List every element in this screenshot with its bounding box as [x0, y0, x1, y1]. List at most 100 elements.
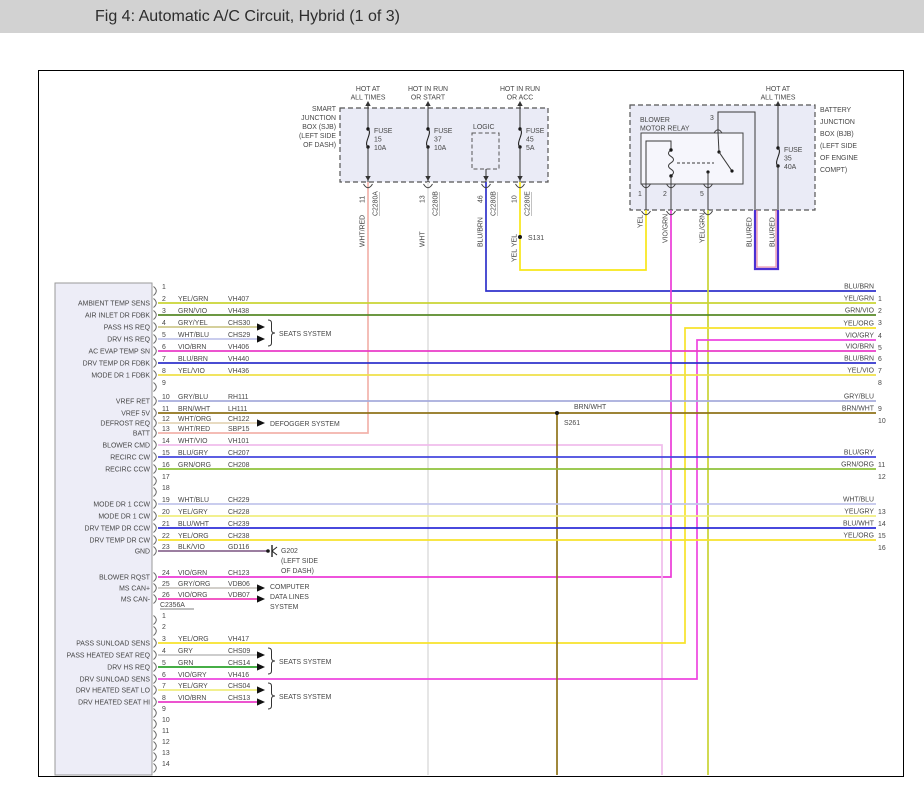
module-pin-number: 3 [162, 308, 166, 315]
circuit-number: RH111 [228, 394, 249, 401]
sjb-connector-label: C2280E [525, 191, 532, 216]
wire-color-label: WHT/RED [178, 426, 210, 433]
wire-color-label: VIO/GRN [178, 570, 207, 577]
system-label: DEFOGGER SYSTEM [270, 421, 340, 428]
edge-wire-number: 16 [878, 545, 886, 552]
wire-color-label: GRN [178, 660, 193, 667]
ground-label: (LEFT SIDE [281, 558, 318, 565]
wire-color-label: BLU/RED [770, 217, 777, 247]
circuit-number: LH111 [228, 406, 247, 413]
circuit-number: VDB07 [228, 592, 250, 599]
wire-color-label: BLU/GRY [178, 450, 209, 457]
wire [519, 182, 647, 271]
wire-color-label: YEL/ORG [178, 636, 209, 643]
pin-arc [153, 346, 157, 356]
fuse-label: FUSE [784, 147, 803, 154]
module-pin-number: 13 [162, 426, 170, 433]
logic-label: LOGIC [473, 124, 494, 131]
brace [267, 682, 276, 710]
edge-wire-number: 13 [878, 509, 886, 516]
module-pin-name: GND [135, 549, 150, 556]
module-pin-name: DRV HEATED SEAT HI [78, 700, 150, 707]
arrow-right-icon [257, 419, 265, 427]
system-label: SEATS SYSTEM [279, 694, 332, 701]
wire-color-label: VIO/BRN [178, 695, 206, 702]
arrow-right-icon [257, 595, 265, 603]
pin-arc [153, 546, 157, 556]
module-pin-number: 15 [162, 450, 170, 457]
module-pin-number: 24 [162, 570, 170, 577]
module-pin-name: BLOWER CMD [103, 443, 150, 450]
sjb-label: SMART [312, 106, 337, 113]
module-pin-number: 22 [162, 533, 170, 540]
edge-wire-number: 9 [878, 406, 882, 413]
wire-color-label: BRN/WHT [574, 404, 607, 411]
module-pin-name: DRV TEMP DR CCW [85, 526, 151, 533]
arrow-right-icon [257, 335, 265, 343]
circuit-number: VH436 [228, 368, 249, 375]
pin-arc [153, 382, 157, 392]
module-pin-name: BLOWER RQST [99, 575, 151, 582]
arrow-right-icon [257, 651, 265, 659]
wire-color-label: YEL/GRN [178, 296, 208, 303]
sjb-label: JUNCTION [301, 115, 336, 122]
sjb-pin-number: 11 [360, 196, 367, 203]
edge-wire-number: 3 [878, 320, 882, 327]
pin-arc [153, 708, 157, 718]
splice-dot [555, 411, 559, 415]
splice-dot [266, 549, 270, 553]
wire-color-label: YEL [512, 234, 519, 247]
circuit-number: CH207 [228, 450, 250, 457]
power-tap-label: HOT AT [766, 86, 791, 93]
arrow-right-icon [257, 323, 265, 331]
power-tap-label: HOT AT [356, 86, 381, 93]
module-pin-number: 25 [162, 581, 170, 588]
module-pin-number: 9 [162, 706, 166, 713]
pin-arc [153, 452, 157, 462]
sjb-connector-label: C2280A [373, 191, 380, 216]
module-pin-name: PASS HEATED SEAT REQ [67, 653, 151, 660]
module-pin-number: 12 [162, 739, 170, 746]
pin-arc [153, 476, 157, 486]
circuit-number: VH416 [228, 672, 249, 679]
brace [267, 319, 276, 347]
arrow-right-icon [257, 584, 265, 592]
wire-color-label: BRN/WHT [178, 406, 211, 413]
fuse-label: 40A [784, 164, 797, 171]
module-pin-number: 7 [162, 683, 166, 690]
splice-dot [669, 148, 673, 152]
circuit-number: CHS29 [228, 332, 250, 339]
bjb-label: BOX (BJB) [820, 131, 854, 138]
module-pin-name: AC EVAP TEMP SN [88, 349, 150, 356]
module-pin-number: 8 [162, 368, 166, 375]
circuit-number: CH238 [228, 533, 250, 540]
power-tap-label: HOT IN RUN [408, 86, 448, 93]
pin-arc [153, 523, 157, 533]
pin-arc [153, 650, 157, 660]
module-pin-number: 2 [162, 296, 166, 303]
edge-wire-color-label: BLU/GRY [844, 450, 875, 457]
splice-label: S261 [564, 420, 580, 427]
wire-color-label: YEL/GRN [700, 213, 707, 243]
wire-color-label: GRN/VIO [178, 308, 208, 315]
fuse-label: FUSE [434, 128, 453, 135]
sjb-label: OF DASH) [303, 142, 336, 149]
wire-color-label: YEL/VIO [178, 368, 205, 375]
relay-label: MOTOR RELAY [640, 126, 690, 133]
pin-arc [153, 310, 157, 320]
module-pin-name: MODE DR 1 CCW [93, 502, 150, 509]
edge-wire-color-label: VIO/GRY [845, 333, 874, 340]
circuit-number: VH101 [228, 438, 249, 445]
wire-color-label: VIO/GRY [178, 672, 207, 679]
module-pin-name: BATT [133, 431, 151, 438]
wiring-diagram-svg: HOT AT ALL TIMES HOT IN RUN OR START HOT IN … [54, 86, 886, 776]
wire-color-label: VIO/ORG [178, 592, 207, 599]
sjb-connector-label: C2280B [491, 191, 498, 216]
edge-wire-color-label: YEL/VIO [847, 368, 874, 375]
arrow-right-icon [257, 686, 265, 694]
module-pin-number: 13 [162, 750, 170, 757]
pin-arc [153, 572, 157, 582]
circuit-number: CHS09 [228, 648, 250, 655]
circuit-number: CH228 [228, 509, 250, 516]
module-pin-name: RECIRC CCW [105, 467, 150, 474]
